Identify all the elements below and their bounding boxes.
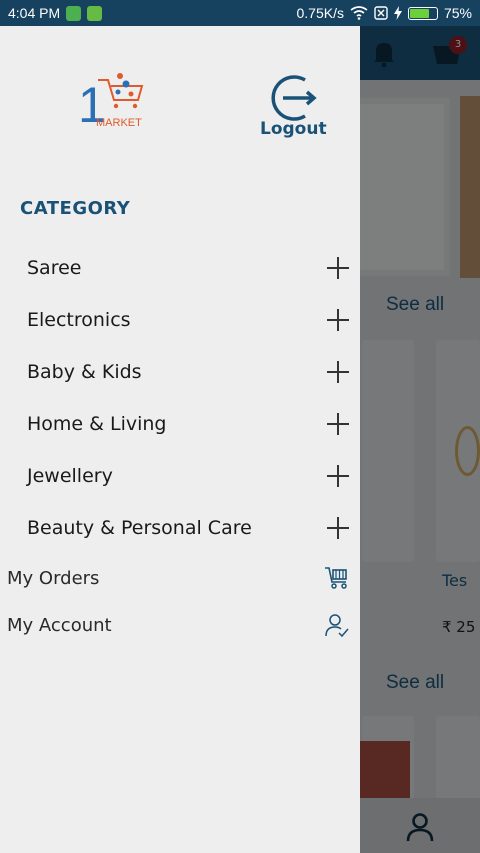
category-item-jewellery[interactable]: Jewellery xyxy=(27,456,350,496)
menu-label: My Account xyxy=(7,614,112,636)
menu-item-my-account[interactable]: My Account xyxy=(7,607,350,643)
app-notification-icon xyxy=(87,5,103,21)
expand-plus-icon[interactable] xyxy=(326,360,350,384)
battery-fill xyxy=(409,8,430,18)
product-card xyxy=(362,716,414,826)
status-time: 4:04 PM xyxy=(8,5,61,21)
battery-icon xyxy=(407,6,438,20)
product-image xyxy=(455,426,480,476)
category-heading: CATEGORY xyxy=(20,198,131,219)
status-bar: 4:04 PM 0.75K/s 75% xyxy=(0,0,480,26)
orders-cart-icon xyxy=(325,567,347,589)
expand-plus-icon[interactable] xyxy=(326,464,350,488)
profile-icon xyxy=(406,813,434,842)
expand-plus-icon[interactable] xyxy=(326,516,350,540)
product-price: ₹ 25 xyxy=(442,618,476,636)
category-item-home-living[interactable]: Home & Living xyxy=(27,404,350,444)
product-card xyxy=(436,340,480,562)
category-item-baby-kids[interactable]: Baby & Kids xyxy=(27,352,350,392)
wifi-icon xyxy=(350,6,368,20)
category-label: Home & Living xyxy=(27,413,167,435)
expand-plus-icon[interactable] xyxy=(326,308,350,332)
category-item-beauty-personal-care[interactable]: Beauty & Personal Care xyxy=(27,508,350,548)
product-card xyxy=(436,716,480,826)
menu-item-my-orders[interactable]: My Orders xyxy=(7,560,350,596)
category-item-electronics[interactable]: Electronics xyxy=(27,300,350,340)
category-label: Beauty & Personal Care xyxy=(27,517,252,539)
brand-logo: 1 MARKET xyxy=(78,73,144,128)
bell-icon xyxy=(374,43,394,68)
category-label: Electronics xyxy=(27,309,131,331)
expand-plus-icon[interactable] xyxy=(326,412,350,436)
logo-text: MARKET xyxy=(96,117,142,128)
cart-badge: 3 xyxy=(449,36,467,54)
product-card xyxy=(362,340,414,562)
category-label: Baby & Kids xyxy=(27,361,142,383)
network-speed: 0.75K/s xyxy=(296,5,344,21)
see-all-link: See all xyxy=(386,672,445,693)
category-label: Jewellery xyxy=(27,465,113,487)
account-user-icon xyxy=(325,614,349,638)
navigation-drawer: 1 MARKET Logout CATEGORY Saree Electroni… xyxy=(0,26,360,853)
sim-icon xyxy=(374,6,388,20)
whatsapp-icon xyxy=(66,5,82,21)
battery-percent: 75% xyxy=(443,5,472,21)
product-name: Tes xyxy=(442,571,468,590)
promo-banner-2 xyxy=(460,96,480,278)
cart-icon xyxy=(433,46,461,64)
product-image xyxy=(360,741,410,801)
category-item-saree[interactable]: Saree xyxy=(27,248,350,288)
charging-icon xyxy=(393,6,402,20)
expand-plus-icon[interactable] xyxy=(326,256,350,280)
menu-label: My Orders xyxy=(7,567,100,589)
category-label: Saree xyxy=(27,257,82,279)
see-all-link: See all xyxy=(386,294,445,315)
logout-button[interactable]: Logout xyxy=(260,119,327,139)
